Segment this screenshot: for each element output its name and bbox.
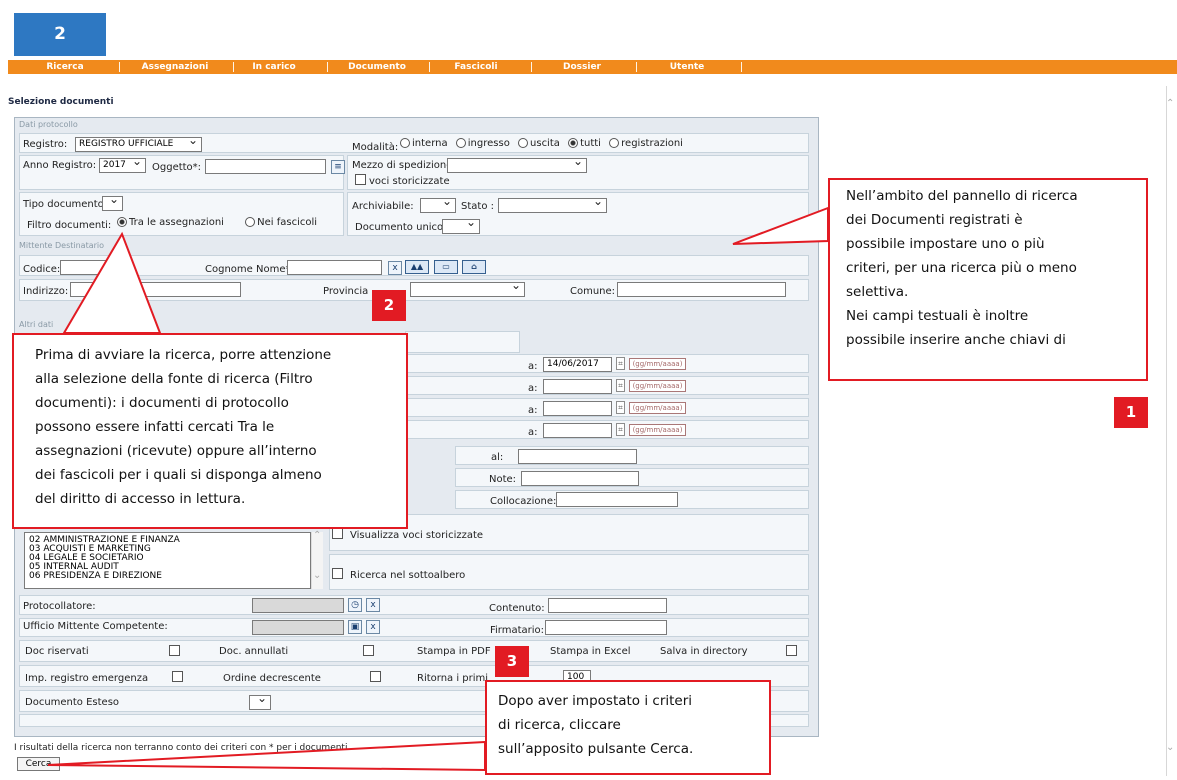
callout-1-badge: 1 [1114, 397, 1148, 428]
callout-2-badge: 2 [372, 290, 406, 321]
callout-2: Prima di avviare la ricerca, porre atten… [12, 333, 408, 529]
callout-3-badge: 3 [495, 646, 529, 677]
callout-1: Nell’ambito del pannello di ricerca dei … [828, 178, 1148, 381]
callout-3: Dopo aver impostato i criteri di ricerca… [485, 680, 771, 775]
callout-2-pointer [62, 231, 162, 334]
callout-1-pointer [732, 206, 829, 245]
callout-3-pointer [47, 740, 486, 772]
